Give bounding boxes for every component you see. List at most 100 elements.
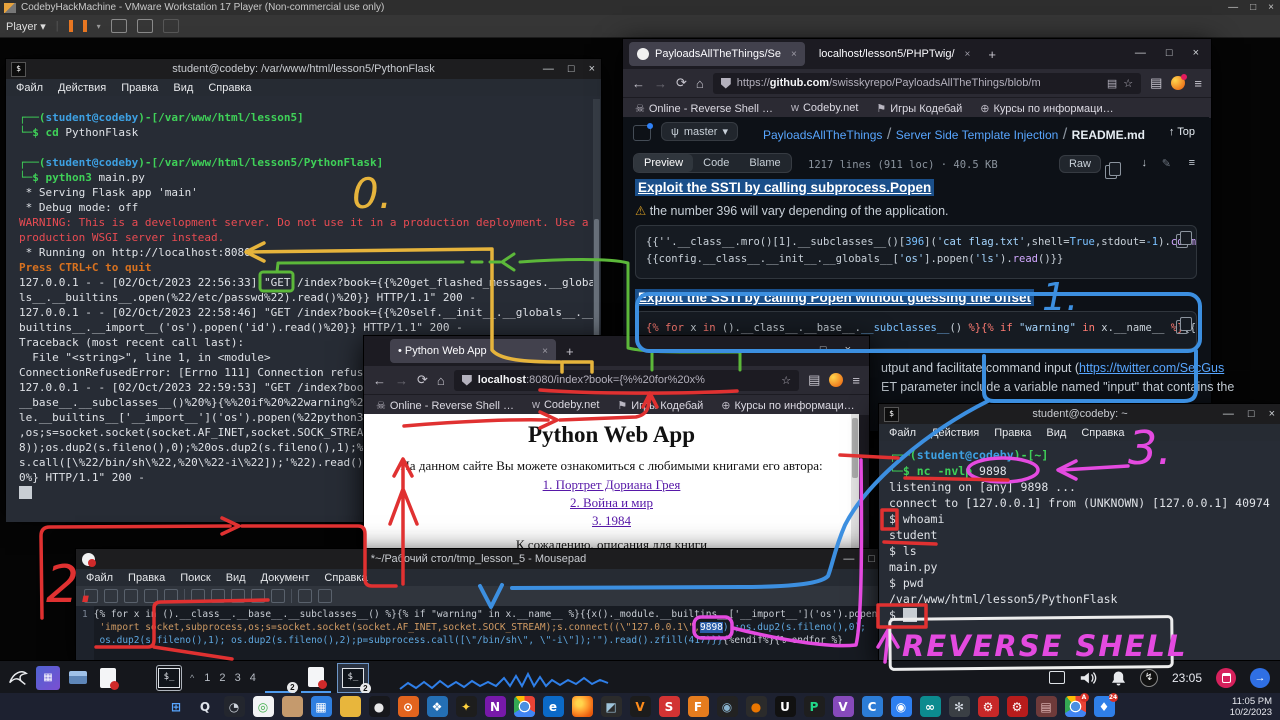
home-icon[interactable]: ⌂ [696,76,704,91]
copy-icon[interactable] [251,589,265,603]
bookmark-star-icon[interactable]: ☆ [781,374,791,387]
maximize-icon[interactable]: □ [1166,47,1173,59]
panel-chevron-icon[interactable]: ^ [190,673,194,683]
target-app[interactable]: ◎ [253,696,274,717]
tab-payloadsallthethings[interactable]: PayloadsAllTheThings/Se× [629,42,805,66]
menu-file[interactable]: Файл [16,82,43,94]
menu-file[interactable]: Файл [889,427,916,439]
bookmark-reverse-shell[interactable]: ☠Online - Reverse Shell … [376,399,514,412]
bookmark-courses[interactable]: ⊕Курсы по информаци… [980,102,1113,115]
task-firefox[interactable]: 2 [265,663,295,693]
task-mousepad[interactable] [301,663,331,693]
terminal-left-titlebar[interactable]: $ student@codeby: /var/www/html/lesson5/… [6,59,601,79]
outline-icon[interactable]: ≡ [1189,157,1195,169]
open-icon[interactable] [104,589,118,603]
crumb-repo[interactable]: PayloadsAllTheThings [763,128,882,142]
camtasia-app[interactable]: ∞ [920,696,941,717]
back-icon[interactable]: ← [632,76,645,91]
tab-blame[interactable]: Blame [739,154,790,172]
menu-search[interactable]: Поиск [180,572,210,584]
power-manager-icon[interactable]: ↯ [1140,669,1158,687]
gauge-app[interactable]: ◔ [224,696,245,717]
cut-icon[interactable] [231,589,245,603]
reload-icon[interactable]: ⟳ [676,75,687,91]
vmware-app[interactable]: ❖ [427,696,448,717]
bookmark-courses[interactable]: ⊕Курсы по информаци… [721,399,854,412]
menu-help[interactable]: Справка [208,82,251,94]
terminal-launcher-icon[interactable]: $_ [156,665,182,691]
minimize-icon[interactable]: — [1223,408,1234,420]
hamburger-menu-icon[interactable]: ≡ [852,373,860,388]
book-link-3[interactable]: 3. 1984 [364,513,859,529]
close-doc-icon[interactable] [164,589,178,603]
menu-actions[interactable]: Действия [58,82,106,94]
tab-close-icon[interactable]: × [542,346,548,357]
menu-view[interactable]: Вид [173,82,193,94]
tab-localhost-phptwig[interactable]: localhost/lesson5/PHPTwig/× [811,42,979,66]
calendar-app[interactable]: ▦ [311,696,332,717]
crumb-folder[interactable]: Server Side Template Injection [896,128,1059,142]
redgear2-app[interactable]: ⚙ [1007,696,1028,717]
bell-icon[interactable] [1111,670,1126,686]
painter-app[interactable]: ▤ [1036,696,1057,717]
volume-icon[interactable] [1079,670,1097,686]
new-doc-icon[interactable] [84,589,98,603]
new-tab-button[interactable]: + [566,344,574,359]
branch-selector[interactable]: ψ master▾ [661,122,738,141]
firefox-app[interactable] [572,696,593,717]
timer-app[interactable]: ⊙ [398,696,419,717]
tab-close-icon[interactable]: × [965,49,971,60]
apps-icon[interactable]: ▦ [36,666,60,690]
menu-document[interactable]: Документ [261,572,310,584]
ctrl-alt-del-icon[interactable] [111,19,127,33]
mousepad-editor[interactable]: 1 {% for x in ().__class__.__base__.__su… [76,606,881,661]
workstation-app[interactable]: ✦ [456,696,477,717]
menu-edit[interactable]: Правка [128,572,165,584]
maximize-icon[interactable]: □ [820,344,827,356]
close-icon[interactable]: × [1269,408,1275,420]
vmware-minimize-icon[interactable]: — [1228,2,1238,13]
heading-subprocess-popen[interactable]: Exploit the SSTI by calling subprocess.P… [635,179,934,196]
blender-app[interactable]: ● [746,696,767,717]
close-icon[interactable]: × [1193,47,1199,59]
replace-icon[interactable] [318,589,332,603]
terminal-right-output[interactable]: ┌──(student@codeby)-[~]└─$ nc -nvlp 9898… [879,441,1280,666]
bookmark-games[interactable]: ⚑Игры Кодебай [617,399,703,412]
dark-app[interactable]: ● [369,696,390,717]
reader-icon[interactable]: ▤ [1107,77,1117,90]
page-scrollbar[interactable] [851,414,859,559]
maximize-icon[interactable]: □ [1248,408,1255,420]
bookmark-reverse-shell[interactable]: ☠Online - Reverse Shell … [635,102,773,115]
pause-caret-icon[interactable]: ▾ [97,22,101,31]
forward-icon[interactable]: → [654,76,667,91]
save-as-icon[interactable] [144,589,158,603]
firefox-launcher-icon[interactable] [126,666,150,690]
vmware-maximize-icon[interactable]: □ [1250,2,1256,13]
menu-edit[interactable]: Правка [121,82,158,94]
menu-help[interactable]: Справка [324,572,367,584]
home-icon[interactable]: ⌂ [437,373,445,388]
kali-menu-icon[interactable] [6,666,30,690]
maximize-icon[interactable]: □ [568,63,575,75]
copy-code-icon[interactable] [1176,234,1188,248]
s-app[interactable]: S [659,696,680,717]
close-icon[interactable]: × [845,344,851,356]
menu-view[interactable]: Вид [226,572,246,584]
fullscreen-icon[interactable] [137,19,153,33]
maps-app[interactable]: ♦24 [1094,696,1115,717]
files-icon[interactable] [66,666,90,690]
bookmark-codeby[interactable]: wCodeby.net [532,399,599,411]
sidebar-toggle-icon[interactable] [633,125,651,141]
pocket-icon[interactable]: ▤ [1150,75,1162,91]
search-icon[interactable]: Q [195,696,216,717]
logout-icon[interactable]: → [1250,668,1270,688]
player-menu[interactable]: Player ▾ [6,20,46,33]
forward-icon[interactable]: → [395,373,408,388]
book-link-1[interactable]: 1. Портрет Дориана Грея [364,477,859,493]
visualstudio-app[interactable]: V [833,696,854,717]
windows-clock[interactable]: 11:05 PM 10/2/2023 [1230,693,1272,720]
menu-actions[interactable]: Действия [931,427,979,439]
pocket-icon[interactable]: ▤ [808,372,820,388]
vm-pause-icon[interactable] [69,20,87,32]
carrot-app[interactable]: V [630,696,651,717]
